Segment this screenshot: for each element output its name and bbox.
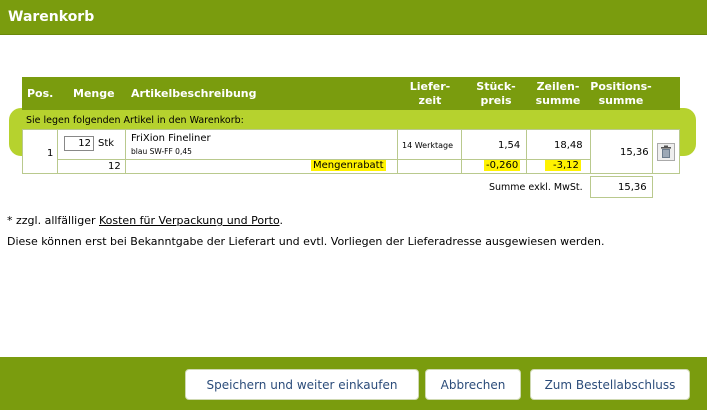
delivery-info-note: Diese können erst bei Bekanntgabe der Li… — [7, 235, 605, 248]
cart-notice: Sie legen folgenden Artikel in den Waren… — [26, 115, 244, 126]
delivery-time: 14 Werktage — [402, 141, 454, 150]
shipping-note-prefix: * zzgl. allfälliger — [7, 214, 99, 227]
shipping-note: * zzgl. allfälliger Kosten für Verpackun… — [7, 214, 283, 227]
shipping-costs-link[interactable]: Kosten für Verpackung und Porto — [99, 214, 280, 227]
discount-line-sum: -3,12 — [545, 160, 581, 171]
discount-qty: 12 — [108, 161, 121, 172]
action-bar: Speichern und weiter einkaufen Abbrechen… — [0, 357, 707, 410]
discount-label: Mengenrabatt — [311, 160, 386, 171]
total-label: Summe exkl. MwSt. — [489, 182, 583, 193]
trash-icon — [661, 145, 671, 158]
discount-empty-cell — [397, 159, 462, 174]
save-continue-button[interactable]: Speichern und weiter einkaufen — [185, 369, 419, 400]
checkout-button[interactable]: Zum Bestellabschluss — [530, 369, 690, 400]
article-name: FriXion Fineliner — [131, 133, 211, 144]
total-value: 15,36 — [618, 182, 647, 193]
discount-unit-price: -0,260 — [484, 160, 521, 171]
table-header: Pos. Menge Artikelbeschreibung Liefer- z… — [22, 77, 680, 110]
shipping-note-suffix: . — [279, 214, 283, 227]
col-zeilensumme: Zeilen- summe — [535, 80, 581, 107]
page-title: Warenkorb — [8, 9, 95, 25]
col-pos: Pos. — [27, 87, 54, 100]
cart-table: 1 Stk FriXion Fineliner blau SW-FF 0,45 … — [22, 129, 680, 174]
col-positionssumme: Positions- summe — [590, 80, 652, 107]
col-artikel: Artikelbeschreibung — [131, 87, 257, 100]
col-menge: Menge — [73, 87, 115, 100]
unit-price: 1,54 — [498, 140, 521, 151]
cancel-button[interactable]: Abbrechen — [425, 369, 521, 400]
quantity-unit: Stk — [98, 138, 115, 149]
col-stueckpreis: Stück- preis — [476, 80, 516, 107]
article-variant: blau SW-FF 0,45 — [131, 147, 192, 156]
col-lieferzeit: Liefer- zeit — [409, 80, 451, 107]
line-sum: 18,48 — [554, 140, 583, 151]
quantity-input[interactable] — [64, 136, 94, 151]
delete-button[interactable] — [657, 143, 675, 161]
title-bar: Warenkorb — [0, 0, 707, 35]
position-number: 1 — [47, 148, 54, 159]
position-sum: 15,36 — [620, 147, 649, 158]
